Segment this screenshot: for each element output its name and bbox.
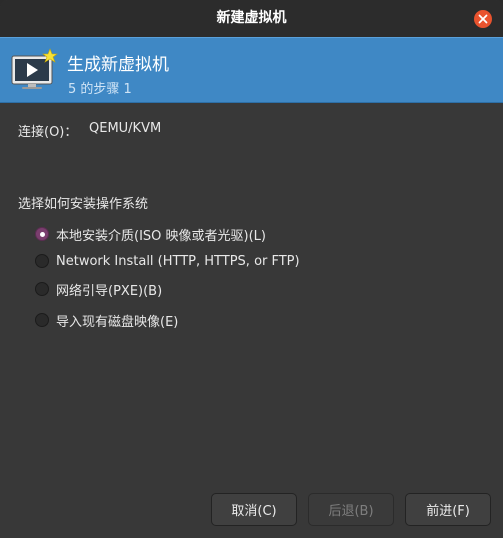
wizard-step: 5 的步骤 1 bbox=[68, 82, 132, 97]
radio-network-install[interactable]: Network Install (HTTP, HTTPS, or FTP) bbox=[35, 251, 300, 271]
radio-local-media[interactable]: 本地安装介质(ISO 映像或者光驱)(L) bbox=[35, 224, 266, 244]
radio-button[interactable] bbox=[35, 254, 49, 268]
radio-button[interactable] bbox=[35, 313, 49, 327]
radio-label: 本地安装介质(ISO 映像或者光驱)(L) bbox=[56, 228, 266, 244]
wizard-header: 生成新虚拟机 5 的步骤 1 bbox=[0, 37, 503, 103]
radio-label: 网络引导(PXE)(B) bbox=[56, 283, 163, 299]
forward-button[interactable]: 前进(F) bbox=[405, 493, 491, 526]
radio-label: 导入现有磁盘映像(E) bbox=[56, 314, 179, 330]
radio-button[interactable] bbox=[35, 282, 49, 296]
back-button[interactable]: 后退(B) bbox=[308, 493, 394, 526]
monitor-play-star-icon bbox=[11, 48, 58, 89]
connection-label: 连接(O)： bbox=[18, 125, 78, 140]
radio-label: Network Install (HTTP, HTTPS, or FTP) bbox=[56, 253, 300, 269]
close-icon bbox=[478, 14, 488, 24]
cancel-button[interactable]: 取消(C) bbox=[211, 493, 297, 526]
title-bar[interactable]: 新建虚拟机 bbox=[0, 0, 503, 38]
new-vm-dialog: 新建虚拟机 生成新虚拟机 5 的步骤 1 连接(O)： QEMU/KVM 选择如… bbox=[0, 0, 503, 538]
radio-import-disk[interactable]: 导入现有磁盘映像(E) bbox=[35, 310, 178, 330]
radio-button-checked[interactable] bbox=[35, 227, 49, 241]
window-title: 新建虚拟机 bbox=[216, 10, 287, 26]
connection-value: QEMU/KVM bbox=[89, 121, 162, 136]
install-method-heading: 选择如何安装操作系统 bbox=[18, 197, 149, 212]
close-button[interactable] bbox=[474, 10, 492, 28]
wizard-title: 生成新虚拟机 bbox=[67, 55, 169, 75]
radio-pxe-boot[interactable]: 网络引导(PXE)(B) bbox=[35, 279, 162, 299]
